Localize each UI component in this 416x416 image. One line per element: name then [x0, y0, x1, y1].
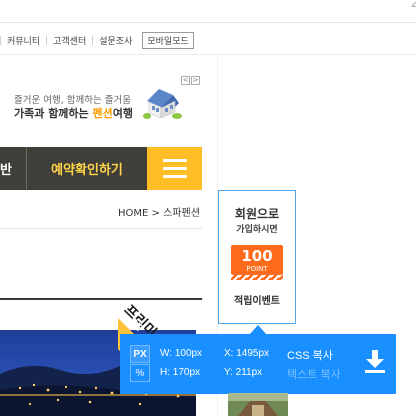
- y-readout: Y: 211px: [224, 367, 263, 378]
- breadcrumb-home[interactable]: HOME: [118, 208, 148, 219]
- mobile-mode-button[interactable]: 모바일모드: [142, 31, 194, 49]
- banner-next-button[interactable]: >: [191, 76, 200, 85]
- member-signup-promo[interactable]: 회원으로 가입하시면 100 POINT 적립이벤트: [218, 190, 296, 324]
- headline-text: 가족과 함께하는: [14, 107, 93, 120]
- css-copy-button[interactable]: CSS 복사: [287, 347, 333, 363]
- main-nav-reservation-check[interactable]: 예약확인하기: [27, 147, 147, 190]
- headline-accent: 펜션: [92, 107, 113, 120]
- promo-line2: 가입하시면: [236, 225, 278, 235]
- breadcrumb-current: 스파펜션: [163, 208, 200, 219]
- download-icon[interactable]: [364, 349, 386, 373]
- banner-headline: 가족과 함께하는 펜션여행: [14, 105, 133, 121]
- banner-prev-button[interactable]: <: [181, 76, 190, 85]
- main-nav-item-partial[interactable]: 반: [0, 147, 27, 190]
- point-badge: 100 POINT: [231, 245, 283, 275]
- banner-tagline: 즐거운 여행, 함께하는 즐거움: [14, 95, 131, 106]
- util-link-customer-center[interactable]: 고객센터: [47, 34, 92, 47]
- nav-divider: [0, 54, 416, 55]
- pension-thumbnail[interactable]: [228, 393, 288, 416]
- unit-percent-toggle[interactable]: %: [130, 364, 150, 382]
- top-right-fragment: 2: [411, 0, 416, 11]
- width-readout: W: 100px: [160, 348, 203, 359]
- point-badge-unit: POINT: [246, 265, 268, 273]
- header-divider: [0, 22, 416, 23]
- breadcrumb-separator: >: [151, 208, 160, 219]
- util-link-survey[interactable]: 설문조사: [93, 34, 138, 47]
- point-badge-tail: [231, 275, 283, 280]
- main-nav-bar: 반 예약확인하기: [0, 147, 202, 190]
- unit-px-toggle[interactable]: PX: [130, 345, 150, 363]
- point-badge-number: 100: [241, 247, 273, 265]
- utility-nav: 커뮤니티 고객센터 설문조사 모바일모드: [0, 31, 194, 49]
- util-link-community[interactable]: 커뮤니티: [1, 34, 46, 47]
- promo-line1: 회원으로: [234, 207, 280, 221]
- measure-tooltip: PX % W: 100px H: 170px X: 1495px Y: 211p…: [120, 334, 396, 394]
- house-icon: [143, 89, 182, 119]
- x-readout: X: 1495px: [224, 348, 270, 359]
- breadcrumb-divider: [0, 228, 202, 229]
- promo-line3: 적립이벤트: [234, 296, 280, 307]
- headline-text-end: 여행: [112, 107, 133, 120]
- height-readout: H: 170px: [160, 367, 201, 378]
- banner-controls: < >: [181, 76, 200, 85]
- hamburger-icon[interactable]: [147, 147, 202, 190]
- breadcrumb: HOME > 스파펜션: [118, 204, 200, 219]
- text-copy-button[interactable]: 텍스트 복사: [287, 366, 341, 382]
